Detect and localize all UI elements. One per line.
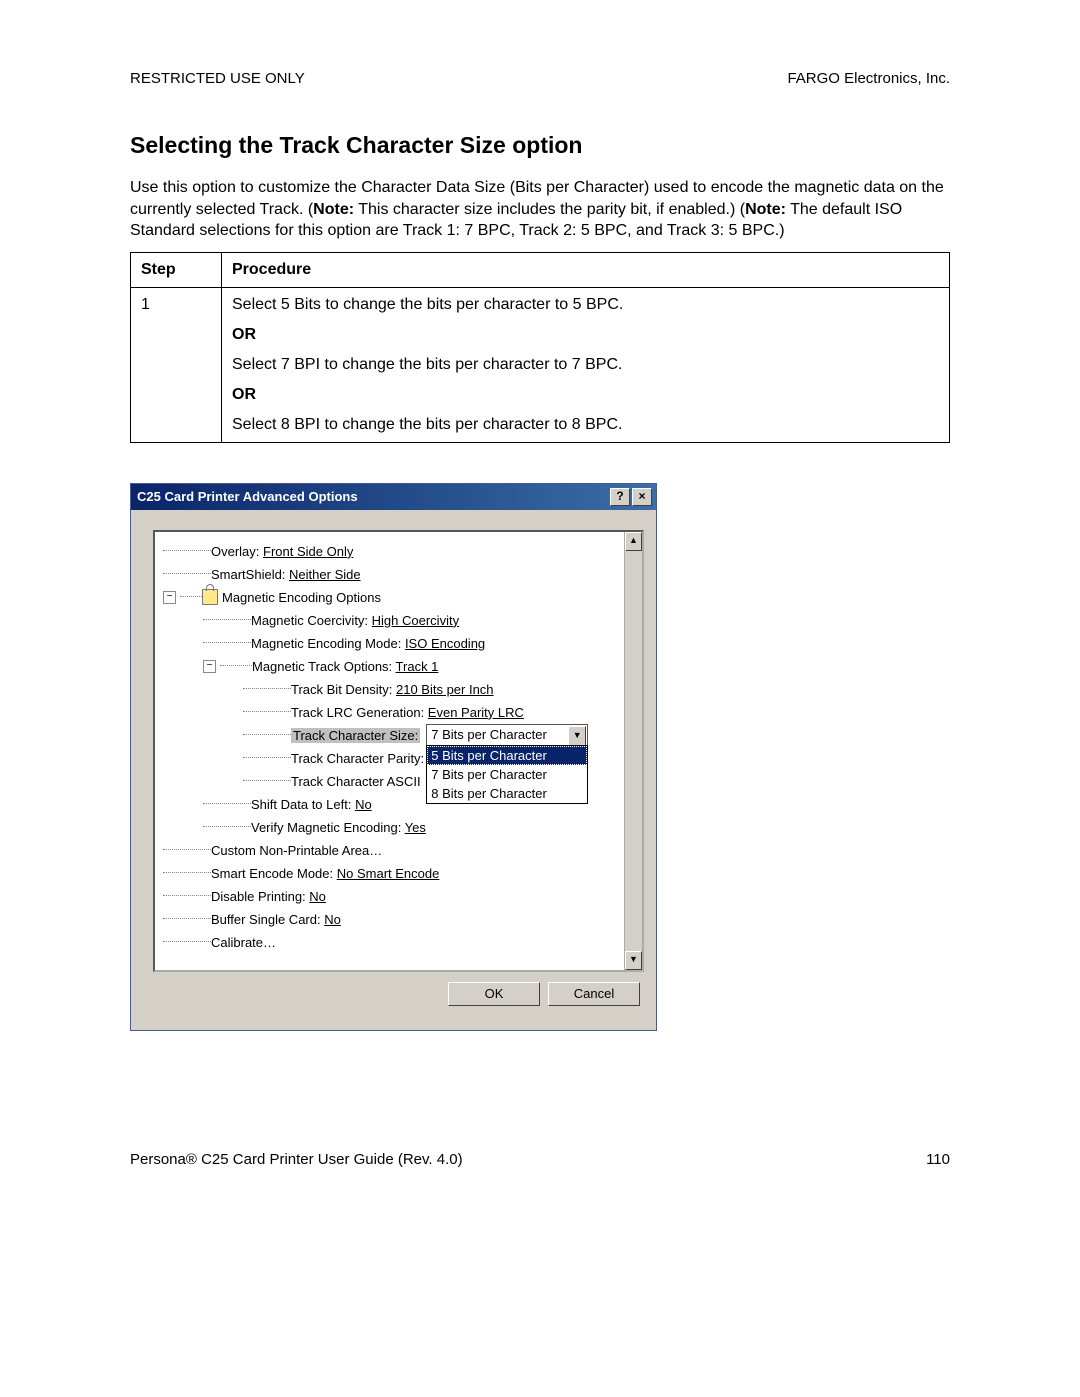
section-title: Selecting the Track Character Size optio… xyxy=(130,132,950,159)
proc-line2: Select 7 BPI to change the bits per char… xyxy=(232,356,622,373)
coerc-value: High Coercivity xyxy=(372,613,459,628)
tree-item-calibrate[interactable]: Calibrate… xyxy=(163,931,638,954)
smartshield-value: Neither Side xyxy=(289,567,361,582)
help-icon[interactable]: ? xyxy=(610,488,630,506)
dialog-title: C25 Card Printer Advanced Options xyxy=(137,489,608,504)
buffer-label: Buffer Single Card: xyxy=(211,912,324,927)
calibrate-label: Calibrate… xyxy=(211,935,276,950)
cancel-button[interactable]: Cancel xyxy=(548,982,640,1006)
dropdown-list: 5 Bits per Character 7 Bits per Characte… xyxy=(426,745,588,804)
or1: OR xyxy=(232,326,939,344)
mag-options-label: Magnetic Encoding Options xyxy=(222,590,381,605)
header-left: RESTRICTED USE ONLY xyxy=(130,70,305,87)
smartenc-value: No Smart Encode xyxy=(337,866,440,881)
tree-item-mag-options[interactable]: − Magnetic Encoding Options xyxy=(163,586,638,609)
intro-paragraph: Use this option to customize the Charact… xyxy=(130,177,950,242)
header-right: FARGO Electronics, Inc. xyxy=(787,70,950,87)
verify-label: Verify Magnetic Encoding: xyxy=(251,820,405,835)
intro-p2: This character size includes the parity … xyxy=(354,201,745,218)
trackopt-value: Track 1 xyxy=(396,659,439,674)
tree-item-coercivity[interactable]: Magnetic Coercivity: High Coercivity xyxy=(163,609,638,632)
ok-button[interactable]: OK xyxy=(448,982,540,1006)
chevron-down-icon[interactable]: ▼ xyxy=(568,726,586,746)
dd-option-8bpc[interactable]: 8 Bits per Character xyxy=(427,784,587,803)
dialog-window: C25 Card Printer Advanced Options ? × ▲ … xyxy=(130,483,657,1031)
tree-item-verify[interactable]: Verify Magnetic Encoding: Yes xyxy=(163,816,638,839)
th-procedure: Procedure xyxy=(222,252,950,287)
collapse-icon[interactable]: − xyxy=(203,660,216,673)
mode-value: ISO Encoding xyxy=(405,636,485,651)
tree-item-bit-density[interactable]: Track Bit Density: 210 Bits per Inch xyxy=(163,678,638,701)
collapse-icon[interactable]: − xyxy=(163,591,176,604)
tree-item-smart-encode[interactable]: Smart Encode Mode: No Smart Encode xyxy=(163,862,638,885)
overlay-value: Front Side Only xyxy=(263,544,353,559)
coerc-label: Magnetic Coercivity: xyxy=(251,613,372,628)
tree-item-smartshield[interactable]: SmartShield: Neither Side xyxy=(163,563,638,586)
lrc-label: Track LRC Generation: xyxy=(291,705,428,720)
tree-item-char-size[interactable]: Track Character Size: 7 Bits per Charact… xyxy=(163,724,638,747)
proc-line1: Select 5 Bits to change the bits per cha… xyxy=(232,296,623,313)
shift-label: Shift Data to Left: xyxy=(251,797,355,812)
tree-item-track-options[interactable]: − Magnetic Track Options: Track 1 xyxy=(163,655,638,678)
note2: Note: xyxy=(745,201,786,218)
verify-value: Yes xyxy=(405,820,426,835)
disable-label: Disable Printing: xyxy=(211,889,309,904)
dd-option-7bpc[interactable]: 7 Bits per Character xyxy=(427,765,587,784)
disable-value: No xyxy=(309,889,326,904)
smartshield-label: SmartShield: xyxy=(211,567,289,582)
tree-item-enc-mode[interactable]: Magnetic Encoding Mode: ISO Encoding xyxy=(163,632,638,655)
page-number: 110 xyxy=(926,1151,950,1168)
charparity-label: Track Character Parity: xyxy=(291,751,424,766)
density-label: Track Bit Density: xyxy=(291,682,396,697)
tree-item-disable-printing[interactable]: Disable Printing: No xyxy=(163,885,638,908)
tree-panel: ▲ ▼ Overlay: Front Side Only SmartShield… xyxy=(153,530,644,972)
density-value: 210 Bits per Inch xyxy=(396,682,494,697)
charsize-label: Track Character Size: xyxy=(291,728,420,743)
dd-option-5bpc[interactable]: 5 Bits per Character xyxy=(427,746,587,765)
char-size-dropdown[interactable]: 7 Bits per Character ▼ 5 Bits per Charac… xyxy=(426,724,588,746)
mode-label: Magnetic Encoding Mode: xyxy=(251,636,405,651)
tree-item-overlay[interactable]: Overlay: Front Side Only xyxy=(163,540,638,563)
title-bar[interactable]: C25 Card Printer Advanced Options ? × xyxy=(131,484,656,510)
tree-item-lrc[interactable]: Track LRC Generation: Even Parity LRC xyxy=(163,701,638,724)
close-icon[interactable]: × xyxy=(632,488,652,506)
lrc-value: Even Parity LRC xyxy=(428,705,524,720)
custom-np-label: Custom Non-Printable Area… xyxy=(211,843,382,858)
tree-item-custom-np[interactable]: Custom Non-Printable Area… xyxy=(163,839,638,862)
cell-step-1: 1 xyxy=(131,287,222,442)
smartenc-label: Smart Encode Mode: xyxy=(211,866,337,881)
footer-left: Persona® C25 Card Printer User Guide (Re… xyxy=(130,1151,463,1168)
lock-icon xyxy=(202,589,218,605)
procedure-table: Step Procedure 1 Select 5 Bits to change… xyxy=(130,252,950,443)
charascii-label: Track Character ASCII xyxy=(291,774,421,789)
cell-proc-1: Select 5 Bits to change the bits per cha… xyxy=(222,287,950,442)
buffer-value: No xyxy=(324,912,341,927)
shift-value: No xyxy=(355,797,372,812)
or2: OR xyxy=(232,386,939,404)
tree-item-buffer[interactable]: Buffer Single Card: No xyxy=(163,908,638,931)
dropdown-value: 7 Bits per Character xyxy=(427,725,587,744)
overlay-label: Overlay: xyxy=(211,544,263,559)
proc-line3: Select 8 BPI to change the bits per char… xyxy=(232,416,622,433)
note1: Note: xyxy=(313,201,354,218)
trackopt-label: Magnetic Track Options: xyxy=(252,659,396,674)
th-step: Step xyxy=(131,252,222,287)
